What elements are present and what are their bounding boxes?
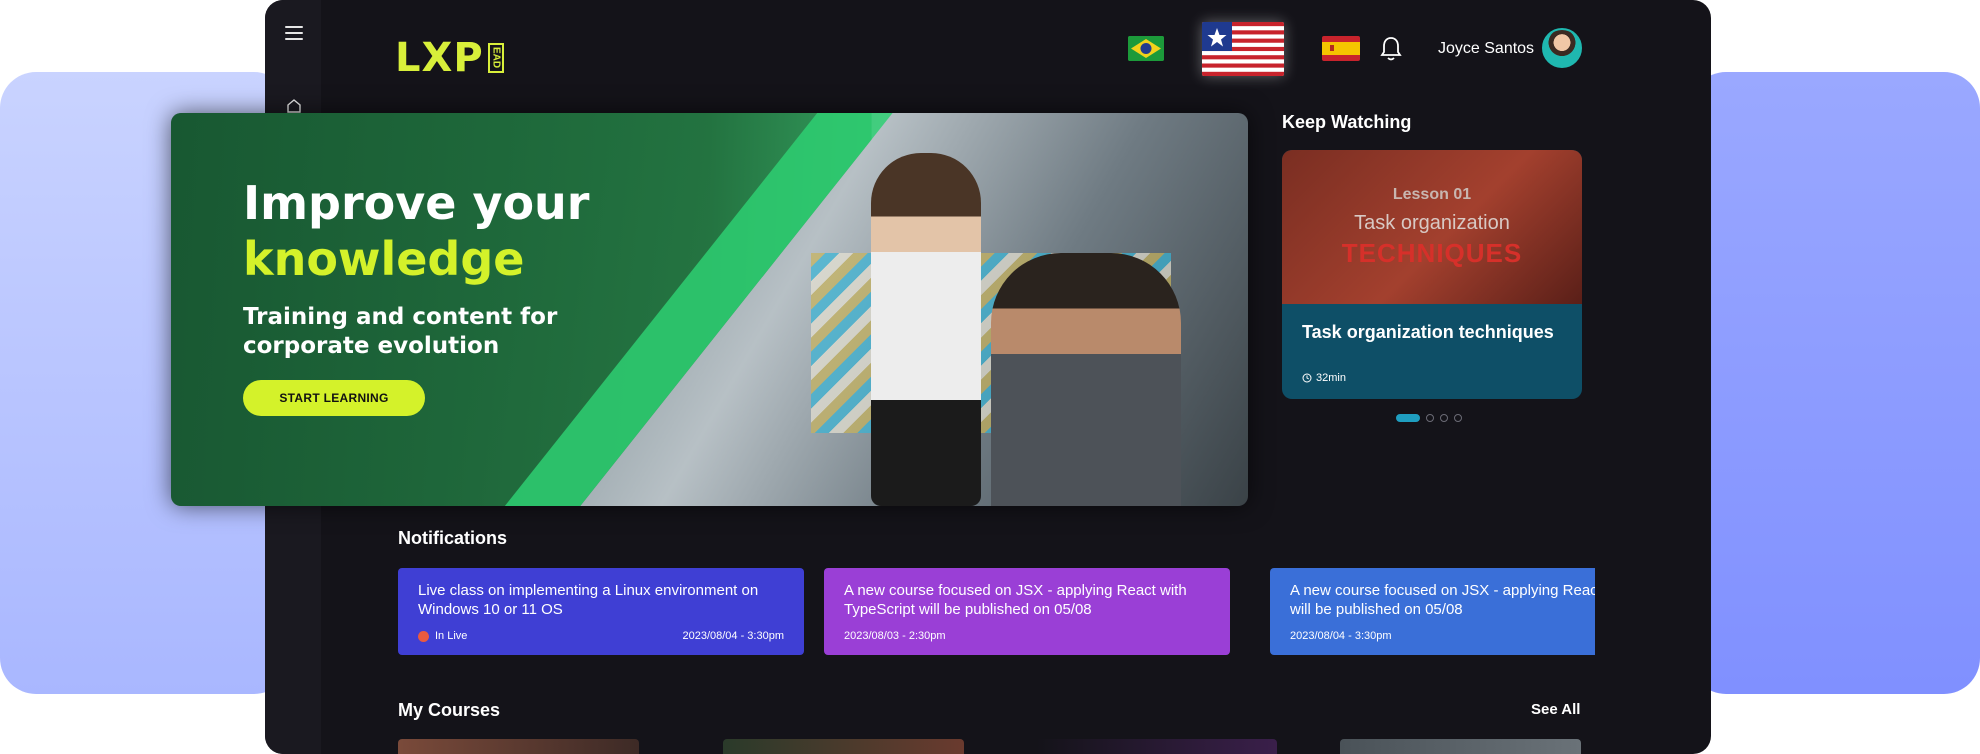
hero-subtitle: Training and content for corporate evolu… [243, 304, 558, 359]
notification-date: 2023/08/04 - 3:30pm [1290, 630, 1392, 642]
carousel-dot-3[interactable] [1440, 414, 1448, 422]
backdrop-panel-right [1690, 72, 1980, 694]
hamburger-menu-icon[interactable] [285, 26, 303, 40]
course-card[interactable] [398, 739, 639, 754]
notification-card[interactable]: A new course focused on JSX - applying R… [1270, 568, 1595, 655]
spain-flag-icon[interactable] [1322, 36, 1360, 61]
notification-card[interactable]: Live class on implementing a Linux envir… [398, 568, 804, 655]
hero-title-line1: Improve your [243, 176, 590, 230]
start-learning-button[interactable]: START LEARNING [243, 380, 425, 416]
video-thumbnail[interactable]: Lesson 01 Task organization TECHNIQUES [1282, 150, 1582, 304]
notification-message: A new course focused on JSX - applying R… [844, 582, 1187, 618]
logo-badge: EAD [487, 43, 504, 73]
course-card[interactable] [723, 739, 964, 754]
usa-flag-icon[interactable] [1202, 22, 1284, 76]
home-icon[interactable] [286, 98, 302, 114]
clock-icon [1302, 373, 1312, 383]
notification-date: 2023/08/03 - 2:30pm [844, 630, 946, 642]
brazil-flag-icon[interactable] [1128, 36, 1164, 61]
duration: 32min [1302, 372, 1346, 384]
live-status: In Live [418, 630, 467, 642]
logo-text: LXP [395, 35, 484, 81]
hero-title-highlight: knowledge [243, 232, 525, 286]
hero-title: Improve your knowledge [243, 175, 589, 287]
page: LXP EAD Joyce Santos Keep Watching Lesso… [0, 0, 1980, 754]
thumbnail-heading: TECHNIQUES [1341, 238, 1523, 268]
carousel-dot-1[interactable] [1396, 414, 1420, 422]
avatar[interactable] [1542, 28, 1582, 68]
notifications-title: Notifications [398, 528, 508, 548]
course-title: Task organization techniques [1302, 322, 1554, 342]
carousel-dots [1396, 414, 1462, 422]
duration-label: 32min [1316, 372, 1346, 384]
logo[interactable]: LXP EAD [395, 38, 504, 78]
thumbnail-lesson-label: Lesson 01 [1392, 186, 1472, 203]
notification-bell-icon[interactable] [1380, 36, 1402, 62]
carousel-dot-4[interactable] [1454, 414, 1462, 422]
user-name[interactable]: Joyce Santos [1438, 40, 1534, 58]
keep-watching-card[interactable]: Lesson 01 Task organization TECHNIQUES T… [1282, 150, 1582, 399]
course-card[interactable] [1036, 739, 1277, 754]
notification-message: A new course focused on JSX - applying R… [1290, 582, 1595, 618]
see-all-link[interactable]: See All [1531, 701, 1580, 718]
course-card[interactable] [1340, 739, 1581, 754]
live-dot-icon [418, 630, 429, 642]
notification-card[interactable]: A new course focused on JSX - applying R… [824, 568, 1230, 655]
my-courses-title: My Courses [398, 700, 501, 720]
notification-date: 2023/08/04 - 3:30pm [682, 630, 784, 642]
hero-banner[interactable]: Improve your knowledge Training and cont… [171, 113, 1248, 506]
keep-watching-title: Keep Watching [1282, 112, 1412, 132]
carousel-dot-2[interactable] [1426, 414, 1434, 422]
live-status-label: In Live [435, 630, 468, 642]
thumbnail-subtitle: Task organization [1354, 212, 1510, 234]
notification-message: Live class on implementing a Linux envir… [418, 582, 759, 618]
